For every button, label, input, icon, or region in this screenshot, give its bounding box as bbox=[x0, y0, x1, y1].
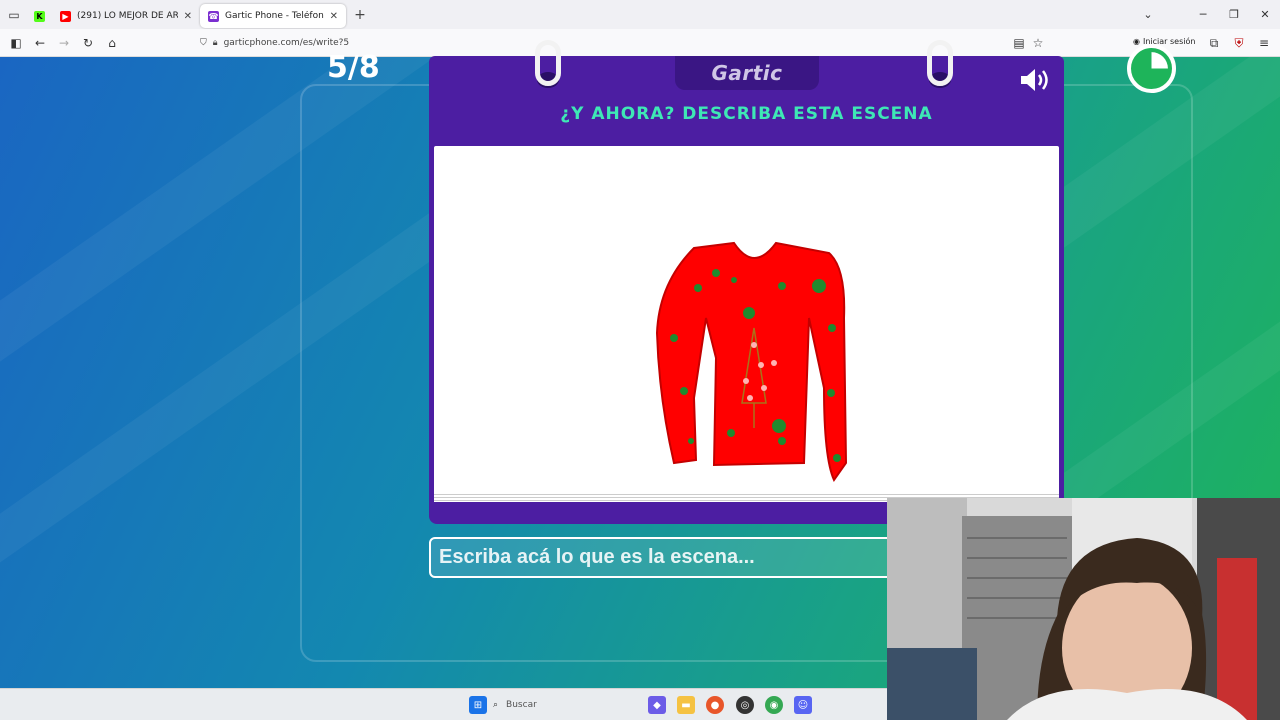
youtube-icon: ▶ bbox=[60, 10, 71, 22]
restore-button[interactable]: ❐ bbox=[1219, 0, 1249, 29]
firefox-icon[interactable]: ● bbox=[706, 696, 724, 714]
bookmark-star-icon[interactable]: ☆ bbox=[1026, 31, 1050, 55]
tab-gartic[interactable]: ☎ Gartic Phone - Teléfono Descon ✕ bbox=[200, 4, 346, 28]
tab-label: (291) LO MEJOR DE ARGENTINA bbox=[77, 11, 178, 21]
scene-description-input[interactable] bbox=[429, 537, 899, 578]
gartic-logo: Gartic bbox=[675, 56, 819, 90]
drawing-sweater bbox=[655, 241, 848, 483]
webcam-feed bbox=[887, 498, 1280, 720]
webcam-overlay bbox=[887, 498, 1280, 720]
lock-icon: 🔒︎ bbox=[212, 38, 218, 48]
sound-icon[interactable] bbox=[1019, 66, 1053, 94]
browser-tab-bar: ▭ K ▶ (291) LO MEJOR DE ARGENTINA ✕ ☎ Ga… bbox=[0, 0, 1280, 29]
search-label: Buscar bbox=[506, 700, 537, 710]
tab-overflow-chevron-icon[interactable]: ⌄ bbox=[1133, 0, 1163, 29]
tab-kick[interactable]: K bbox=[28, 4, 52, 28]
search-icon: ⌕ bbox=[493, 700, 499, 710]
gartic-icon: ☎ bbox=[208, 10, 219, 22]
discord-icon[interactable]: ☺ bbox=[794, 696, 812, 714]
menu-icon[interactable]: ≡ bbox=[1252, 31, 1276, 55]
tab-label: Gartic Phone - Teléfono Descon bbox=[225, 11, 324, 21]
back-button[interactable]: ← bbox=[28, 31, 52, 55]
close-window-button[interactable]: ✕ bbox=[1250, 0, 1280, 29]
account-icon: ◉ bbox=[1133, 37, 1140, 46]
copilot-icon[interactable]: ◆ bbox=[648, 696, 666, 714]
binder-ring bbox=[927, 40, 953, 86]
shield-icon: ⛉ bbox=[200, 38, 207, 48]
ublock-icon[interactable]: ⛨ bbox=[1227, 31, 1251, 55]
url-text: garticphone.com/es/write?5 bbox=[223, 38, 350, 48]
kick-icon: K bbox=[34, 10, 45, 22]
reload-button[interactable]: ↻ bbox=[76, 31, 100, 55]
tab-youtube[interactable]: ▶ (291) LO MEJOR DE ARGENTINA ✕ bbox=[52, 4, 200, 28]
obs-icon[interactable]: ◎ bbox=[736, 696, 754, 714]
file-explorer-icon[interactable]: ▬ bbox=[677, 696, 695, 714]
new-tab-button[interactable]: + bbox=[346, 7, 374, 23]
windows-start-icon[interactable]: ⊞ bbox=[469, 696, 487, 714]
minimize-button[interactable]: ─ bbox=[1188, 0, 1218, 29]
sidebar-icon[interactable]: ◧ bbox=[4, 31, 28, 55]
forward-button[interactable]: → bbox=[52, 31, 76, 55]
card-header: Gartic ¿Y AHORA? DESCRIBA ESTA ESCENA bbox=[429, 56, 1064, 140]
round-counter: 5/8 bbox=[327, 50, 380, 85]
taskbar: ⊞ ⌕ Buscar ◆ ▬ ● ◎ ◉ ☺ bbox=[0, 688, 887, 720]
close-icon[interactable]: ✕ bbox=[330, 11, 338, 22]
chrome-icon[interactable]: ◉ bbox=[765, 696, 783, 714]
binder-ring bbox=[535, 40, 561, 86]
extensions-icon[interactable]: ⧉ bbox=[1202, 31, 1226, 55]
browser-nav-bar: ◧ ← → ↻ ⌂ ⛉ 🔒︎ garticphone.com/es/write?… bbox=[0, 29, 1280, 57]
timer-wedge bbox=[1151, 52, 1168, 69]
timer-icon bbox=[1127, 44, 1176, 93]
tab-list-icon[interactable]: ▭ bbox=[0, 0, 28, 29]
close-icon[interactable]: ✕ bbox=[184, 11, 192, 22]
prompt-title: ¿Y AHORA? DESCRIBA ESTA ESCENA bbox=[560, 104, 933, 124]
home-button[interactable]: ⌂ bbox=[100, 31, 124, 55]
taskbar-search[interactable]: ⌕ Buscar bbox=[493, 695, 603, 715]
